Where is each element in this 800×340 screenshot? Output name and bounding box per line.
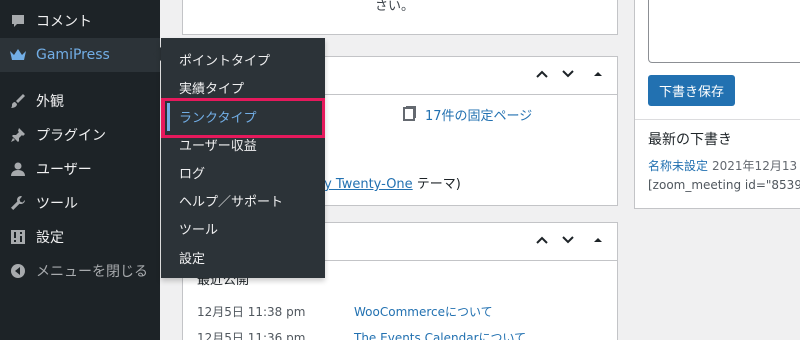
sidebar-item-label: 設定 <box>36 230 64 246</box>
toggle-panel-icon[interactable] <box>593 67 603 83</box>
divider <box>635 119 800 120</box>
sidebar-item-label: ツール <box>36 196 78 212</box>
sidebar-item-label: コメント <box>36 14 92 30</box>
sidebar-item-comments[interactable]: コメント <box>0 4 160 38</box>
truncated-text: さい。 <box>375 0 415 14</box>
sidebar-item-label: GamiPress <box>36 47 110 63</box>
sidebar-item-settings[interactable]: 設定 <box>0 220 160 254</box>
crown-icon <box>0 38 36 72</box>
comment-icon <box>0 4 36 38</box>
collapse-icon <box>0 254 36 288</box>
submenu-item-help-support[interactable]: ヘルプ／サポート <box>161 186 325 214</box>
submenu-item-logs[interactable]: ログ <box>161 158 325 186</box>
current-item-indicator <box>167 103 170 131</box>
draft-content-textarea[interactable] <box>648 0 800 63</box>
plugin-icon <box>0 118 36 152</box>
flyout-arrow <box>153 47 161 61</box>
save-draft-button[interactable]: 下書き保存 <box>648 75 735 106</box>
gamipress-submenu: ポイントタイプ 実績タイプ ランクタイプ ユーザー収益 ログ ヘルプ／サポート … <box>161 38 325 278</box>
draft-excerpt: [zoom_meeting id="85392 <box>648 178 800 192</box>
theme-info: ty Twenty-One テーマ) <box>319 173 461 192</box>
wrench-icon <box>0 186 36 220</box>
submenu-item-user-earnings[interactable]: ユーザー収益 <box>161 130 325 158</box>
move-down-icon[interactable] <box>561 233 575 251</box>
pages-count-link[interactable]: 17件の固定ページ <box>425 105 532 124</box>
recent-drafts-heading: 最新の下書き <box>648 132 732 148</box>
submenu-item-achievement-types[interactable]: 実績タイプ <box>161 73 325 101</box>
toggle-panel-icon[interactable] <box>593 233 603 249</box>
submenu-item-rank-types[interactable]: ランクタイプ <box>161 102 325 130</box>
move-down-icon[interactable] <box>561 67 575 85</box>
theme-link[interactable]: ty Twenty-One <box>319 177 413 192</box>
theme-suffix: テーマ) <box>412 177 461 192</box>
draft-date: 2021年12月13 <box>712 159 798 173</box>
move-up-icon[interactable] <box>535 233 549 251</box>
page-icon <box>403 105 417 125</box>
quick-draft-panel: 下書き保存 最新の下書き 名称未設定 2021年12月13 [zoom_meeti… <box>634 0 800 209</box>
settings-icon <box>0 220 36 254</box>
activity-date: 12月5日 11:36 pm <box>197 331 306 340</box>
top-partial-panel: さい。 <box>182 0 618 35</box>
submenu-item-point-types[interactable]: ポイントタイプ <box>161 45 325 73</box>
sidebar-item-label: メニューを閉じる <box>36 264 148 280</box>
sidebar-item-plugins[interactable]: プラグイン <box>0 118 160 152</box>
sidebar-item-appearance[interactable]: 外観 <box>0 84 160 118</box>
submenu-item-tools[interactable]: ツール <box>161 214 325 242</box>
collapse-menu-button[interactable]: メニューを閉じる <box>0 254 160 288</box>
submenu-item-label: ランクタイプ <box>179 110 257 126</box>
draft-title-link[interactable]: 名称未設定 <box>648 159 708 173</box>
brush-icon <box>0 84 36 118</box>
submenu-item-settings[interactable]: 設定 <box>161 243 325 271</box>
sidebar-item-gamipress[interactable]: GamiPress <box>0 38 160 72</box>
activity-post-link[interactable]: The Events Calendarについて <box>354 329 526 340</box>
sidebar-item-tools[interactable]: ツール <box>0 186 160 220</box>
sidebar-item-label: ユーザー <box>36 162 92 178</box>
sidebar-item-users[interactable]: ユーザー <box>0 152 160 186</box>
activity-date: 12月5日 11:38 pm <box>197 305 306 319</box>
admin-sidebar: コメント GamiPress 外観 プラグイン ユーザー ツール 設定 メニュー… <box>0 0 160 340</box>
user-icon <box>0 152 36 186</box>
draft-item: 名称未設定 2021年12月13 <box>648 157 797 174</box>
sidebar-item-label: 外観 <box>36 94 64 110</box>
sidebar-item-label: プラグイン <box>36 128 106 144</box>
activity-post-link[interactable]: WooCommerceについて <box>354 303 493 320</box>
move-up-icon[interactable] <box>535 67 549 85</box>
